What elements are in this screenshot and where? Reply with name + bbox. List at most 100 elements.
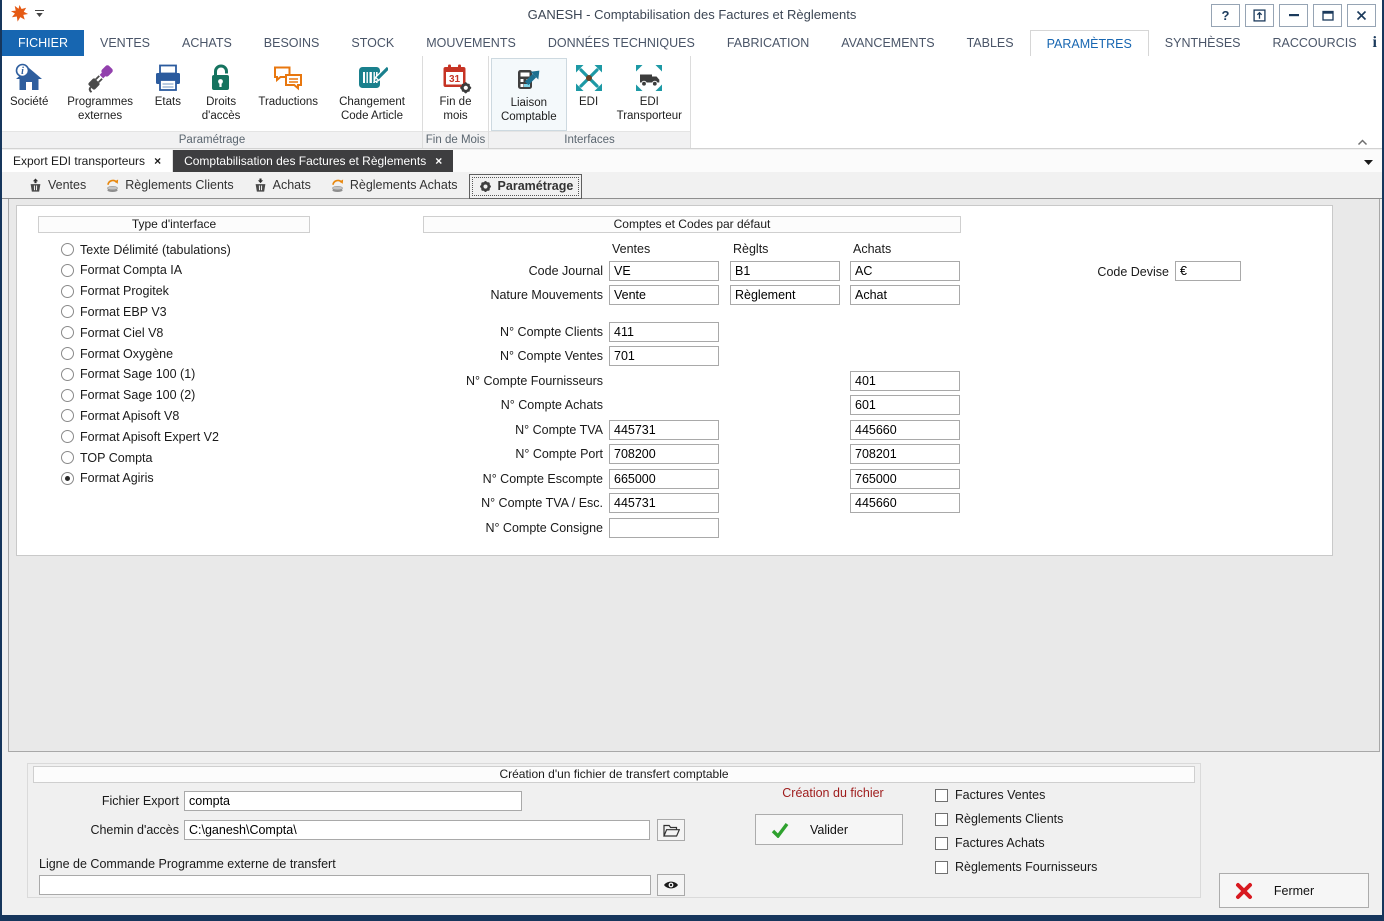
interface-option-format-agiris[interactable]: Format Agiris (61, 471, 154, 486)
ribbon-tab-fabrication[interactable]: FABRICATION (711, 30, 825, 56)
tab-list-dropdown-icon[interactable] (1364, 152, 1382, 170)
ribbon-tab-fichier[interactable]: FICHIER (2, 30, 84, 56)
radio-format-ciel-v8[interactable] (61, 326, 74, 339)
n-compte-tva-esc-ventes-input[interactable] (609, 493, 719, 513)
radio-format-sage-100-1[interactable] (61, 368, 74, 381)
n-compte-achats-achats-input[interactable] (850, 395, 960, 415)
n-compte-consigne-ventes-input[interactable] (609, 518, 719, 538)
n-compte-clients-ventes-input[interactable] (609, 322, 719, 342)
ribbon-button-droits-d-acces[interactable]: Droits d'accès (190, 58, 253, 131)
document-tab-export-edi-transporteurs[interactable]: Export EDI transporteurs× (2, 150, 173, 172)
n-compte-port-ventes-input[interactable] (609, 444, 719, 464)
ligne-commande-label: Ligne de Commande Programme externe de t… (39, 857, 336, 871)
subtab-reglements-achats[interactable]: Règlements Achats (322, 174, 466, 197)
ribbon-tab-mouvements[interactable]: MOUVEMENTS (410, 30, 532, 56)
ribbon-button-programmes-externes[interactable]: Programmes externes (54, 58, 145, 131)
subtab-ventes[interactable]: Ventes (20, 174, 94, 197)
ribbon-button-edi-transporteur[interactable]: EDI Transporteur (611, 58, 688, 131)
ribbon-tab-besoins[interactable]: BESOINS (248, 30, 336, 56)
minimize-button[interactable] (1279, 4, 1308, 27)
radio-format-sage-100-2[interactable] (61, 389, 74, 402)
radio-format-ebp-v3[interactable] (61, 305, 74, 318)
subtab-achats[interactable]: Achats (245, 174, 319, 197)
interface-option-top-compta[interactable]: TOP Compta (61, 450, 153, 465)
radio-format-apisoft-v8[interactable] (61, 409, 74, 422)
ligne-commande-input[interactable] (39, 875, 651, 895)
ribbon-button-edi[interactable]: EDI (567, 58, 611, 131)
close-tab-icon[interactable]: × (435, 154, 442, 168)
checkbox-box[interactable] (935, 789, 948, 802)
code-journal-reglts-input[interactable] (730, 261, 840, 281)
radio-texte-delimite-tabulations[interactable] (61, 243, 74, 256)
n-compte-tva-esc-achats-input[interactable] (850, 493, 960, 513)
ribbon-button-liaison-comptable[interactable]: Liaison Comptable (491, 58, 567, 131)
close-button[interactable] (1347, 4, 1376, 27)
ribbon-tab-raccourcis[interactable]: RACCOURCIS (1257, 30, 1373, 56)
nature-mouvements-achats-input[interactable] (850, 285, 960, 305)
ribbon-button-etats[interactable]: Etats (146, 58, 190, 131)
interface-option-format-compta-ia[interactable]: Format Compta IA (61, 263, 182, 278)
checkbox-box[interactable] (935, 837, 948, 850)
radio-format-apisoft-expert-v2[interactable] (61, 430, 74, 443)
document-tab-comptabilisation-des-factures-et-reglements[interactable]: Comptabilisation des Factures et Règleme… (173, 150, 453, 172)
n-compte-escompte-achats-input[interactable] (850, 469, 960, 489)
nature-mouvements-reglts-input[interactable] (730, 285, 840, 305)
chemin-acces-input[interactable] (184, 820, 650, 840)
ribbon-button-societe[interactable]: iSociété (4, 58, 54, 131)
pin-window-button[interactable] (1245, 4, 1274, 27)
radio-top-compta[interactable] (61, 451, 74, 464)
ribbon-tab-parametres[interactable]: PARAMÈTRES (1030, 30, 1149, 56)
interface-option-format-apisoft-v8[interactable]: Format Apisoft V8 (61, 408, 179, 423)
maximize-button[interactable] (1313, 4, 1342, 27)
help-button[interactable]: ? (1211, 4, 1240, 27)
interface-option-texte-delimite-tabulations[interactable]: Texte Délimité (tabulations) (61, 242, 231, 257)
code-devise-input[interactable] (1175, 261, 1241, 281)
n-compte-tva-achats-input[interactable] (850, 420, 960, 440)
subtab-parametrage[interactable]: Paramétrage (469, 174, 583, 199)
n-compte-tva-ventes-input[interactable] (609, 420, 719, 440)
checkbox-reglements-clients[interactable]: Règlements Clients (935, 812, 1063, 826)
ribbon-button-fin-de-mois[interactable]: 31Fin de mois (425, 58, 486, 131)
ribbon-button-changement-code-article[interactable]: Changement Code Article (324, 58, 420, 131)
n-compte-fournisseurs-achats-input[interactable] (850, 371, 960, 391)
radio-label: Format Oxygène (80, 347, 173, 361)
checkbox-factures-ventes[interactable]: Factures Ventes (935, 788, 1045, 802)
checkbox-factures-achats[interactable]: Factures Achats (935, 836, 1045, 850)
checkbox-box[interactable] (935, 861, 948, 874)
nature-mouvements-ventes-input[interactable] (609, 285, 719, 305)
code-journal-ventes-input[interactable] (609, 261, 719, 281)
radio-format-oxygene[interactable] (61, 347, 74, 360)
checkbox-reglements-fournisseurs[interactable]: Règlements Fournisseurs (935, 860, 1097, 874)
interface-option-format-oxygene[interactable]: Format Oxygène (61, 346, 173, 361)
n-compte-port-achats-input[interactable] (850, 444, 960, 464)
checkbox-label: Règlements Fournisseurs (955, 860, 1097, 874)
fichier-export-input[interactable] (184, 791, 522, 811)
n-compte-ventes-ventes-input[interactable] (609, 346, 719, 366)
code-journal-achats-input[interactable] (850, 261, 960, 281)
ribbon-tab-ventes[interactable]: VENTES (84, 30, 166, 56)
interface-option-format-ebp-v3[interactable]: Format EBP V3 (61, 304, 167, 319)
ribbon-button-traductions[interactable]: Traductions (252, 58, 324, 131)
ribbon-tab-donnees-techniques[interactable]: DONNÉES TECHNIQUES (532, 30, 711, 56)
view-command-button[interactable] (657, 874, 685, 896)
radio-format-compta-ia[interactable] (61, 264, 74, 277)
radio-format-progitek[interactable] (61, 285, 74, 298)
collapse-ribbon-icon[interactable] (1357, 133, 1368, 151)
interface-option-format-progitek[interactable]: Format Progitek (61, 284, 169, 299)
ribbon-tab-stock[interactable]: STOCK (335, 30, 410, 56)
ribbon-tab-achats[interactable]: ACHATS (166, 30, 248, 56)
info-icon[interactable]: i (1373, 34, 1377, 52)
close-tab-icon[interactable]: × (154, 154, 161, 168)
radio-label: Format Ciel V8 (80, 326, 163, 340)
checkbox-box[interactable] (935, 813, 948, 826)
radio-format-agiris[interactable] (61, 472, 74, 485)
ribbon-tab-tables[interactable]: TABLES (951, 30, 1030, 56)
subtab-reglements-clients[interactable]: Règlements Clients (97, 174, 241, 197)
fermer-button[interactable]: Fermer (1219, 873, 1369, 908)
interface-option-format-ciel-v8[interactable]: Format Ciel V8 (61, 325, 163, 340)
ribbon-tab-syntheses[interactable]: SYNTHÈSES (1149, 30, 1257, 56)
browse-folder-button[interactable] (657, 819, 685, 841)
n-compte-escompte-ventes-input[interactable] (609, 469, 719, 489)
ribbon-tab-avancements[interactable]: AVANCEMENTS (825, 30, 950, 56)
valider-button[interactable]: Valider (755, 814, 903, 845)
